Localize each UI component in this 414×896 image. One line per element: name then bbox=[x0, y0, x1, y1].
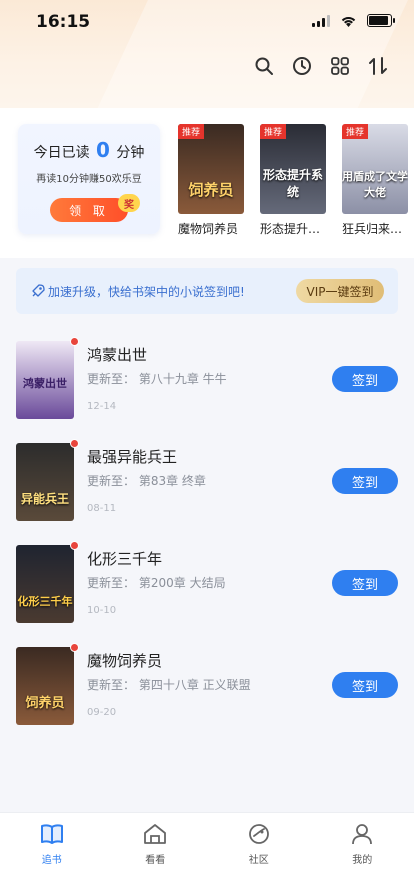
book-list-item[interactable]: 鸿蒙出世 鸿蒙出世 更新至： 第八十九章 牛牛 12-14 签到 bbox=[0, 330, 414, 420]
nav-label: 我的 bbox=[352, 855, 373, 866]
book-date: 09-20 bbox=[87, 707, 117, 718]
update-dot bbox=[70, 439, 79, 448]
recommended-book[interactable]: 推荐 形态提升系统 形态提升系统 bbox=[260, 124, 328, 237]
update-chapter: 第200章 大结局 bbox=[138, 576, 226, 590]
today-reading-card[interactable]: 今日已读 0 分钟 再读10分钟赚50欢乐豆 领 取 奖 bbox=[18, 124, 160, 234]
book-icon bbox=[40, 824, 63, 844]
book-cover: 推荐 形态提升系统 bbox=[260, 124, 326, 214]
nav-label: 看看 bbox=[145, 855, 166, 866]
recommended-book[interactable]: 推荐 饲养员 魔物饲养员 bbox=[178, 124, 246, 237]
book-title: 最强异能兵王 bbox=[87, 448, 178, 466]
checkin-button[interactable]: 签到 bbox=[332, 468, 398, 494]
book-cover: 饲养员 bbox=[16, 647, 74, 725]
toolbar bbox=[254, 56, 388, 76]
nav-tab-profile[interactable]: 我的 bbox=[311, 813, 414, 896]
book-cover: 推荐 饲养员 bbox=[178, 124, 244, 214]
wifi-icon bbox=[341, 16, 356, 27]
recommend-tag: 推荐 bbox=[342, 124, 369, 139]
book-update: 更新至： 第四十八章 正义联盟 bbox=[87, 676, 251, 693]
recommended-book-title: 魔物饲养员 bbox=[178, 222, 239, 236]
book-update: 更新至： 第200章 大结局 bbox=[87, 574, 226, 591]
claim-button[interactable]: 领 取 bbox=[50, 198, 128, 222]
book-cover: 推荐 用盾成了文学大佬 bbox=[342, 124, 408, 214]
status-time: 16:15 bbox=[36, 12, 91, 32]
cover-title: 用盾成了文学大佬 bbox=[342, 170, 408, 199]
profile-icon bbox=[352, 824, 373, 845]
nav-tab-bookshelf[interactable]: 追书 bbox=[0, 813, 104, 896]
recommended-book-title: 形态提升系统 bbox=[260, 222, 328, 236]
nav-tab-browse[interactable]: 看看 bbox=[104, 813, 208, 896]
cover-title: 饲养员 bbox=[25, 696, 65, 711]
today-prefix: 今日已读 bbox=[33, 145, 90, 161]
search-icon[interactable] bbox=[254, 56, 274, 76]
update-label: 更新至： bbox=[87, 372, 136, 386]
today-suffix: 分钟 bbox=[116, 145, 145, 161]
update-chapter: 第83章 终章 bbox=[138, 474, 206, 488]
book-date: 12-14 bbox=[87, 401, 117, 412]
recommend-tag: 推荐 bbox=[260, 124, 287, 139]
book-title: 魔物饲养员 bbox=[87, 652, 163, 670]
checkin-button[interactable]: 签到 bbox=[332, 672, 398, 698]
sort-icon[interactable] bbox=[368, 56, 388, 76]
book-cover: 异能兵王 bbox=[16, 443, 74, 521]
cover-title: 化形三千年 bbox=[17, 595, 73, 608]
reading-section: 今日已读 0 分钟 再读10分钟赚50欢乐豆 领 取 奖 推荐 饲养员 魔物饲养… bbox=[0, 108, 414, 258]
grid-icon[interactable] bbox=[330, 56, 350, 76]
update-dot bbox=[70, 541, 79, 550]
cover-title: 形态提升系统 bbox=[262, 168, 323, 199]
recommended-book[interactable]: 推荐 用盾成了文学大佬 狂兵归来都市 bbox=[342, 124, 410, 237]
home-icon bbox=[144, 824, 167, 844]
book-date: 08-11 bbox=[87, 503, 117, 514]
reward-badge: 奖 bbox=[118, 194, 140, 212]
today-minutes: 0 bbox=[96, 138, 110, 162]
book-cover: 鸿蒙出世 bbox=[16, 341, 74, 419]
history-icon[interactable] bbox=[292, 56, 312, 76]
book-date: 10-10 bbox=[87, 605, 117, 616]
book-title: 化形三千年 bbox=[87, 550, 163, 568]
checkin-button[interactable]: 签到 bbox=[332, 570, 398, 596]
top-header: 16:15 bbox=[0, 0, 414, 108]
update-label: 更新至： bbox=[87, 474, 136, 488]
update-label: 更新至： bbox=[87, 678, 136, 692]
checkin-promo-bar: 加速升级，快给书架中的小说签到吧! VIP一键签到 bbox=[16, 268, 398, 314]
bottom-nav: 追书 看看 社区 我的 bbox=[0, 812, 414, 896]
update-chapter: 第四十八章 正义联盟 bbox=[138, 678, 251, 692]
cover-title: 饲养员 bbox=[188, 181, 234, 199]
rocket-icon bbox=[32, 284, 45, 297]
recommended-book-title: 狂兵归来都市 bbox=[342, 222, 410, 236]
cover-title: 鸿蒙出世 bbox=[23, 377, 67, 390]
book-update: 更新至： 第八十九章 牛牛 bbox=[87, 370, 227, 387]
update-dot bbox=[70, 337, 79, 346]
today-reading-title: 今日已读 0 分钟 bbox=[18, 138, 160, 162]
recommend-tag: 推荐 bbox=[178, 124, 205, 139]
today-subtitle: 再读10分钟赚50欢乐豆 bbox=[36, 174, 142, 185]
battery-icon bbox=[367, 14, 395, 27]
book-list-item[interactable]: 化形三千年 化形三千年 更新至： 第200章 大结局 10-10 签到 bbox=[0, 534, 414, 624]
promo-text: 加速升级，快给书架中的小说签到吧! bbox=[48, 285, 245, 299]
nav-label: 追书 bbox=[41, 855, 62, 866]
checkin-button[interactable]: 签到 bbox=[332, 366, 398, 392]
community-icon bbox=[248, 824, 269, 844]
nav-tab-community[interactable]: 社区 bbox=[207, 813, 311, 896]
update-dot bbox=[70, 643, 79, 652]
update-chapter: 第八十九章 牛牛 bbox=[138, 372, 227, 386]
update-label: 更新至： bbox=[87, 576, 136, 590]
book-update: 更新至： 第83章 终章 bbox=[87, 472, 206, 489]
book-list-item[interactable]: 饲养员 魔物饲养员 更新至： 第四十八章 正义联盟 09-20 签到 bbox=[0, 636, 414, 726]
cover-title: 异能兵王 bbox=[20, 492, 69, 506]
book-list-item[interactable]: 异能兵王 最强异能兵王 更新至： 第83章 终章 08-11 签到 bbox=[0, 432, 414, 522]
nav-label: 社区 bbox=[248, 855, 269, 866]
book-cover: 化形三千年 bbox=[16, 545, 74, 623]
book-title: 鸿蒙出世 bbox=[87, 346, 148, 364]
signal-icon bbox=[312, 14, 330, 27]
vip-checkin-button[interactable]: VIP一键签到 bbox=[296, 279, 384, 303]
status-icons bbox=[312, 14, 395, 27]
